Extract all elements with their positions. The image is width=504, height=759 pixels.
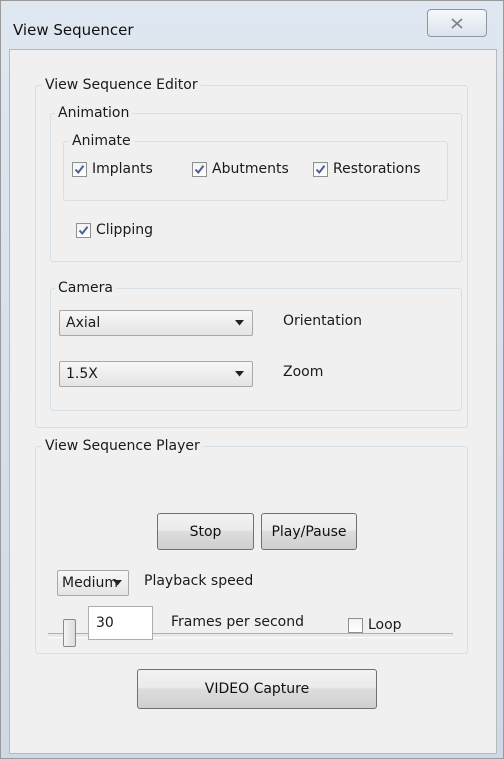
animation-label: Animation bbox=[55, 104, 133, 122]
dropdown-arrow-icon bbox=[113, 580, 122, 586]
orientation-select[interactable]: Axial bbox=[59, 310, 253, 336]
restorations-checkbox-box[interactable] bbox=[313, 161, 328, 177]
checkmark-icon bbox=[194, 164, 205, 174]
clipping-checkbox[interactable]: Clipping bbox=[76, 222, 153, 238]
frames-per-second-input[interactable]: 30 bbox=[88, 606, 153, 640]
video-capture-button[interactable]: VIDEO Capture bbox=[137, 669, 377, 709]
abutments-label: Abutments bbox=[212, 161, 289, 177]
dropdown-arrow-icon bbox=[235, 371, 244, 377]
zoom-select[interactable]: 1.5X bbox=[59, 361, 253, 387]
stop-button[interactable]: Stop bbox=[157, 513, 254, 550]
view-sequence-editor-label: View Sequence Editor bbox=[42, 76, 201, 94]
loop-label: Loop bbox=[368, 617, 402, 633]
checkmark-icon bbox=[315, 164, 326, 174]
playback-slider-thumb[interactable] bbox=[63, 619, 76, 647]
animate-label: Animate bbox=[69, 132, 134, 150]
camera-label: Camera bbox=[55, 279, 116, 297]
zoom-label: Zoom bbox=[283, 364, 324, 380]
loop-checkbox[interactable]: Loop bbox=[348, 617, 402, 633]
playback-speed-value: Medium bbox=[62, 575, 118, 591]
implants-label: Implants bbox=[92, 161, 153, 177]
view-sequence-player-label: View Sequence Player bbox=[42, 437, 203, 455]
clipping-checkbox-box[interactable] bbox=[76, 222, 91, 238]
clipping-label: Clipping bbox=[96, 222, 153, 238]
abutments-checkbox[interactable]: Abutments bbox=[192, 161, 289, 177]
restorations-checkbox[interactable]: Restorations bbox=[313, 161, 421, 177]
checkmark-icon bbox=[78, 225, 89, 235]
dropdown-arrow-icon bbox=[235, 320, 244, 326]
playback-speed-label: Playback speed bbox=[144, 573, 254, 589]
restorations-label: Restorations bbox=[333, 161, 421, 177]
window-title: View Sequencer bbox=[13, 21, 134, 39]
implants-checkbox-box[interactable] bbox=[72, 161, 87, 177]
orientation-label: Orientation bbox=[283, 313, 363, 329]
frames-per-second-label: Frames per second bbox=[171, 614, 304, 630]
play-pause-button[interactable]: Play/Pause bbox=[261, 513, 357, 550]
title-bar[interactable]: View Sequencer bbox=[1, 1, 503, 43]
loop-checkbox-box[interactable] bbox=[348, 617, 363, 633]
implants-checkbox[interactable]: Implants bbox=[72, 161, 153, 177]
zoom-value: 1.5X bbox=[66, 366, 98, 382]
orientation-value: Axial bbox=[66, 315, 101, 331]
close-icon bbox=[451, 17, 463, 29]
camera-group: Camera bbox=[50, 279, 462, 411]
close-button[interactable] bbox=[427, 9, 487, 37]
checkmark-icon bbox=[74, 164, 85, 174]
playback-speed-select[interactable]: Medium bbox=[57, 570, 129, 596]
abutments-checkbox-box[interactable] bbox=[192, 161, 207, 177]
